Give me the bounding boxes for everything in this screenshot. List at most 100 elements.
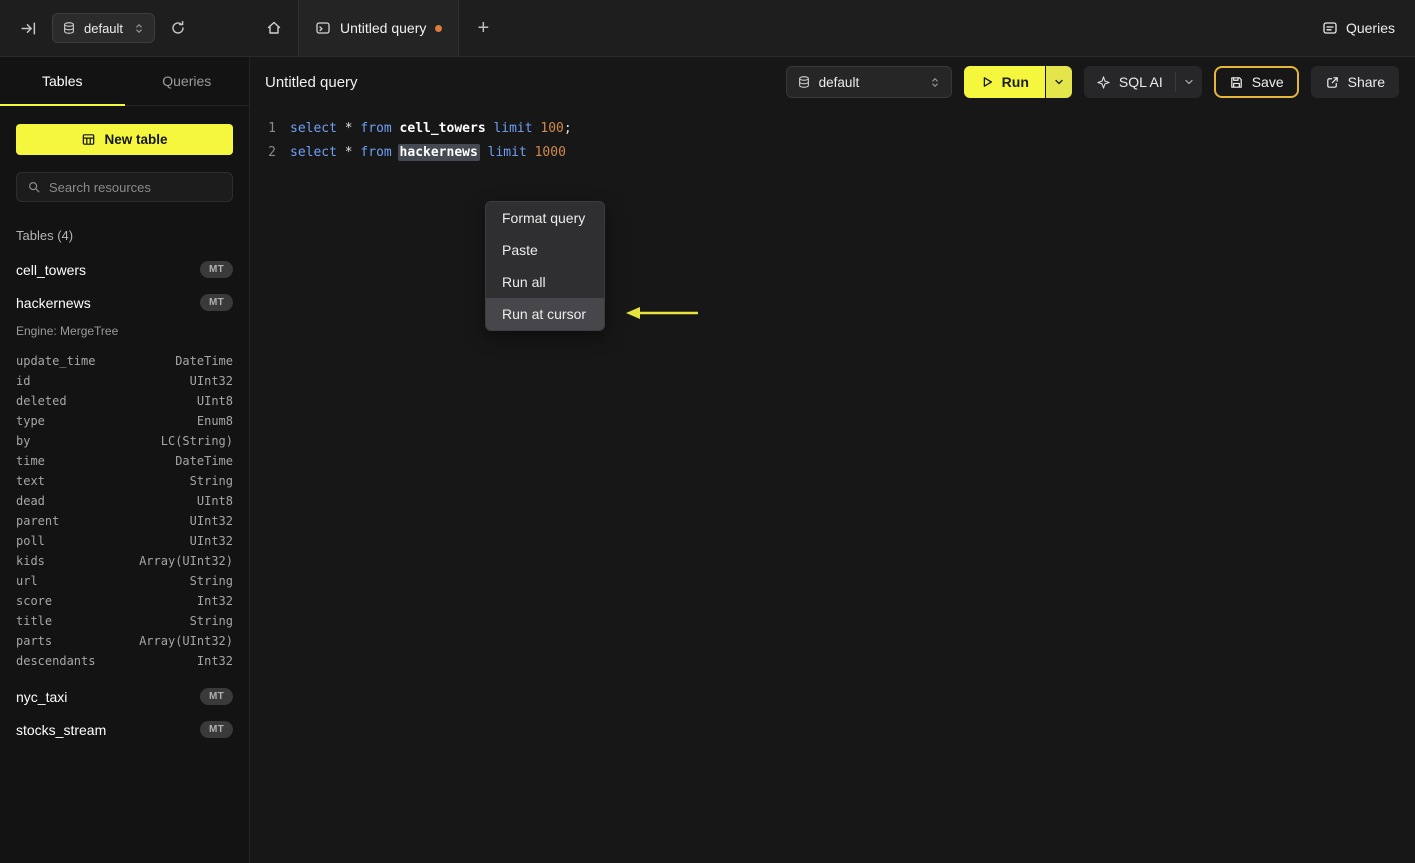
column-row: time DateTime: [16, 454, 233, 468]
search-box: [16, 172, 233, 202]
run-button[interactable]: Run: [963, 66, 1045, 98]
context-menu: Format query Paste Run all Run at cursor: [485, 201, 605, 331]
engine-badge: MT: [199, 688, 233, 705]
table-name: nyc_taxi: [16, 688, 68, 705]
refresh-icon[interactable]: [170, 20, 186, 36]
table-row-stocks-stream[interactable]: stocks_stream MT: [16, 713, 233, 746]
table-name: hackernews: [16, 294, 91, 311]
sql-keyword: limit: [487, 144, 527, 160]
topbar-right: Queries: [1322, 0, 1415, 56]
table-grid-icon: [81, 132, 96, 147]
database-icon: [62, 21, 76, 35]
queries-button[interactable]: Queries: [1322, 20, 1395, 36]
share-button[interactable]: Share: [1310, 66, 1399, 98]
search-icon: [27, 180, 41, 194]
main-area: Untitled query default Run SQL AI Save S…: [250, 57, 1415, 863]
table-name: stocks_stream: [16, 721, 107, 738]
column-row: poll UInt32: [16, 534, 233, 548]
database-selector-value: default: [84, 20, 124, 36]
table-row-cell-towers[interactable]: cell_towers MT: [16, 253, 233, 286]
column-row: type Enum8: [16, 414, 233, 428]
sql-ai-button-group: SQL AI: [1083, 66, 1202, 98]
column-row: dead UInt8: [16, 494, 233, 508]
sql-punctuation: ;: [563, 120, 572, 136]
sql-ai-button[interactable]: SQL AI: [1084, 66, 1175, 98]
tab-label: Untitled query: [340, 20, 427, 36]
sql-table-name-selected: hackernews: [397, 143, 480, 161]
queries-button-label: Queries: [1345, 20, 1395, 36]
context-menu-item-run-at-cursor[interactable]: Run at cursor: [486, 298, 604, 330]
save-button[interactable]: Save: [1213, 66, 1299, 98]
queries-icon: [1322, 20, 1338, 36]
home-icon: [266, 20, 282, 36]
run-dropdown-button[interactable]: [1045, 66, 1072, 98]
table-name: cell_towers: [16, 261, 87, 278]
context-menu-item-format-query[interactable]: Format query: [486, 202, 604, 234]
share-label: Share: [1347, 74, 1385, 90]
main-database-selector[interactable]: default: [785, 66, 952, 98]
sql-ai-label: SQL AI: [1118, 74, 1163, 90]
column-row: kids Array(UInt32): [16, 554, 233, 568]
query-icon: [315, 20, 331, 36]
table-row-hackernews[interactable]: hackernews MT: [16, 286, 233, 319]
collapse-sidebar-icon[interactable]: [20, 20, 37, 37]
line-number: 2: [268, 144, 276, 160]
engine-badge: MT: [199, 294, 233, 311]
column-row: url String: [16, 574, 233, 588]
annotation-arrow-icon: [624, 303, 700, 323]
sql-editor[interactable]: 1 select * from cell_towers limit 100 ; …: [250, 107, 1415, 331]
column-list: update_time DateTime id UInt32 deleted UInt…: [16, 351, 233, 671]
save-icon: [1229, 75, 1244, 90]
topbar-left: default: [0, 0, 250, 56]
column-row: update_time DateTime: [16, 354, 233, 368]
sql-keyword: from: [360, 144, 392, 160]
sidebar-tab-queries[interactable]: Queries: [125, 57, 250, 105]
new-tab-button[interactable]: +: [459, 0, 507, 56]
sql-operator: *: [344, 144, 353, 160]
sql-keyword: select: [290, 120, 337, 136]
sidebar: Tables Queries New table Tables (4) cell…: [0, 57, 250, 863]
column-row: deleted UInt8: [16, 394, 233, 408]
chevron-down-icon: [1053, 76, 1065, 88]
line-number: 1: [268, 120, 276, 136]
sidebar-tabs: Tables Queries: [0, 57, 249, 106]
sql-number: 1000: [534, 144, 566, 160]
database-icon: [797, 75, 811, 89]
chevron-down-icon: [1183, 76, 1195, 88]
home-tab[interactable]: [250, 0, 298, 56]
engine-label: Engine: MergeTree: [16, 324, 119, 338]
run-label: Run: [1001, 74, 1029, 90]
column-row: text String: [16, 474, 233, 488]
updown-chevron-icon: [929, 76, 941, 89]
column-row: descendants Int32: [16, 654, 233, 668]
header-controls: default Run SQL AI Save Share: [785, 66, 1399, 98]
database-selector[interactable]: default: [52, 13, 156, 43]
search-input[interactable]: [49, 179, 225, 195]
engine-badge: MT: [199, 261, 233, 278]
sql-keyword: select: [290, 144, 337, 160]
topbar: default Untitled query + Queries: [0, 0, 1415, 57]
column-row: id UInt32: [16, 374, 233, 388]
column-row: by LC(String): [16, 434, 233, 448]
sql-operator: *: [344, 120, 353, 136]
column-row: title String: [16, 614, 233, 628]
query-title: Untitled query: [265, 73, 358, 91]
sql-number: 100: [540, 120, 564, 136]
code-line-2[interactable]: 2 select * from hackernews limit 1000: [250, 140, 1415, 164]
new-table-button[interactable]: New table: [16, 124, 233, 155]
column-row: score Int32: [16, 594, 233, 608]
new-table-label: New table: [104, 132, 168, 147]
context-menu-item-paste[interactable]: Paste: [486, 234, 604, 266]
sql-table-name: cell_towers: [399, 120, 486, 136]
sidebar-tab-tables[interactable]: Tables: [0, 57, 125, 106]
sql-keyword: limit: [493, 120, 533, 136]
context-menu-item-run-all[interactable]: Run all: [486, 266, 604, 298]
tab-untitled-query[interactable]: Untitled query: [298, 0, 460, 56]
code-line-1[interactable]: 1 select * from cell_towers limit 100 ;: [250, 116, 1415, 140]
sql-ai-dropdown-button[interactable]: [1176, 66, 1202, 98]
engine-badge: MT: [199, 721, 233, 738]
sidebar-content: New table Tables (4) cell_towers MT hack…: [0, 106, 249, 746]
table-row-nyc-taxi[interactable]: nyc_taxi MT: [16, 680, 233, 713]
play-icon: [980, 75, 994, 89]
main-database-value: default: [818, 74, 860, 90]
